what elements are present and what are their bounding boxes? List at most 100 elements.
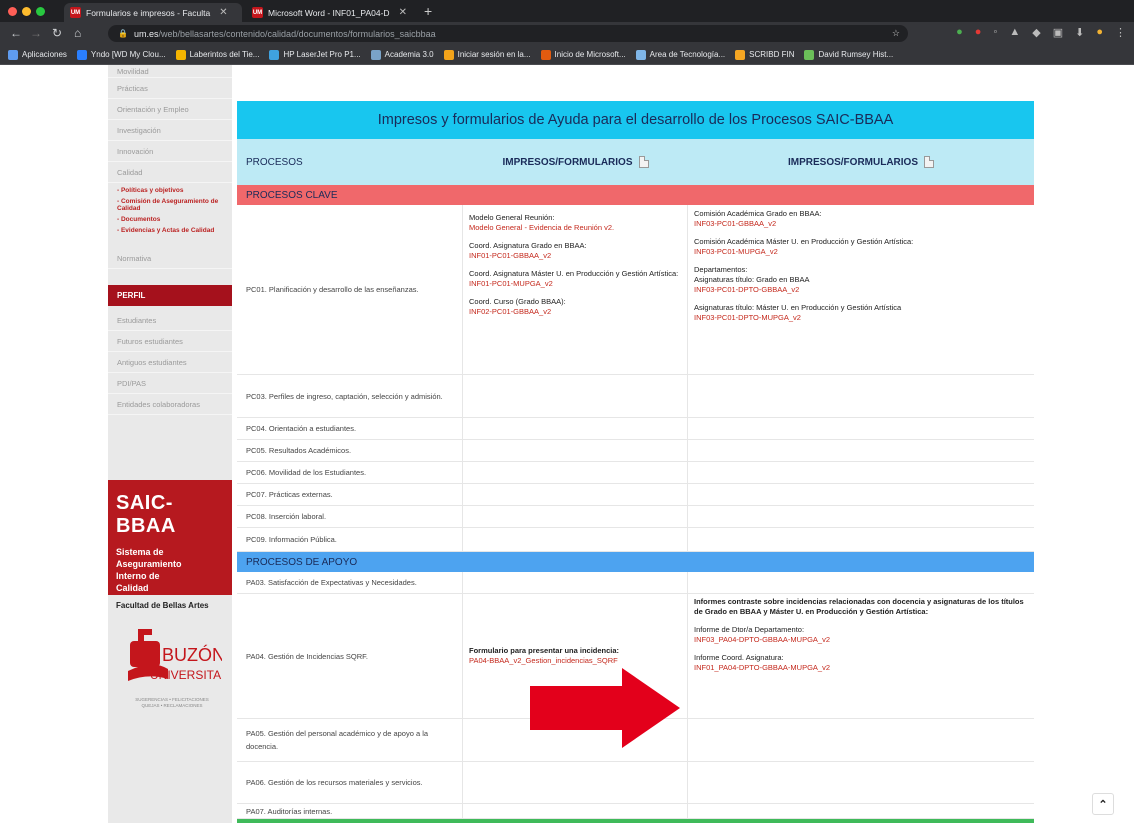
form-label: Coord. Curso (Grado BBAA):: [469, 297, 566, 306]
form-cell: [463, 375, 688, 417]
process-name: PC06. Movilidad de los Estudiantes.: [237, 462, 463, 483]
sidebar-item[interactable]: Investigación: [108, 120, 232, 141]
table-row: PC08. Inserción laboral.: [237, 506, 1034, 528]
bookmark-favicon-icon: [635, 49, 646, 60]
close-tab-icon[interactable]: ✕: [219, 7, 227, 18]
form-entry: Coord. Asignatura Grado en BBAA: INF01-PC…: [469, 241, 681, 261]
bookmark-star-icon[interactable]: ☆: [892, 28, 900, 39]
sidebar-subitem[interactable]: - Políticas y objetivos: [108, 185, 232, 196]
red-arrow-annotation: [530, 668, 680, 748]
document-icon: [924, 156, 934, 168]
bookmark-item[interactable]: Inicio de Microsoft...: [540, 49, 626, 60]
reload-icon[interactable]: ↻: [52, 26, 62, 40]
form-link[interactable]: INF03-PC01-DPTO-MUPGA_v2: [694, 313, 801, 322]
sidebar-item[interactable]: Calidad: [108, 162, 232, 183]
close-tab-icon[interactable]: ✕: [399, 7, 407, 18]
sidebar-item[interactable]: Movilidad: [108, 65, 232, 78]
document-icon: [638, 156, 649, 168]
bookmark-item[interactable]: David Rumsey Hist...: [804, 49, 893, 60]
form-cell: [688, 506, 1034, 527]
form-cell: [688, 528, 1034, 551]
extension-icon[interactable]: ●: [975, 26, 982, 39]
form-cell: [463, 506, 688, 527]
bookmark-item[interactable]: HP LaserJet Pro P1...: [269, 49, 361, 60]
buzon-caption: SUGERENCIAS • FELICITACIONES QUEJAS • RE…: [135, 697, 209, 708]
bookmark-item[interactable]: Yndo [WD My Clou...: [76, 49, 166, 60]
sidebar-item[interactable]: Innovación: [108, 141, 232, 162]
sidebar-perfil-item[interactable]: Antiguos estudiantes: [108, 352, 232, 373]
minimize-window-button[interactable]: [22, 7, 31, 16]
table-row-pa03: PA03. Satisfacción de Expectativas y Nec…: [237, 572, 1034, 594]
form-label: Modelo General Reunión:: [469, 213, 555, 222]
process-name: PC03. Perfiles de ingreso, captación, se…: [237, 375, 463, 417]
pc01-forms-col2: Comisión Académica Grado en BBAA: INF03-P…: [688, 205, 1034, 374]
form-label: Coord. Asignatura Máster U. en Producció…: [469, 269, 679, 278]
form-label: Comisión Académica Máster U. en Producci…: [694, 237, 914, 246]
form-link[interactable]: INF01-PC01-MUPGA_v2: [469, 279, 553, 288]
sidebar-perfil-item[interactable]: Entidades colaboradoras: [108, 394, 232, 415]
table-row: PC09. Información Pública.: [237, 528, 1034, 552]
extension-icon[interactable]: ◦: [993, 26, 997, 39]
bookmark-item[interactable]: Academia 3.0: [370, 49, 434, 60]
bookmark-favicon-icon: [370, 49, 381, 60]
bookmark-item[interactable]: Iniciar sesión en la...: [443, 49, 531, 60]
sidebar-subitem[interactable]: - Evidencias y Actas de Calidad: [108, 225, 232, 236]
bookmark-item[interactable]: Aplicaciones: [8, 49, 67, 60]
sidebar-item-normativa[interactable]: Normativa: [108, 248, 232, 269]
form-cell: [463, 418, 688, 439]
buzon-universitario-logo[interactable]: BUZÓN UNIVERSITARIO SUGERENCIAS • FELICI…: [122, 623, 242, 713]
form-label: Comisión Académica Grado en BBAA:: [694, 209, 822, 218]
home-icon[interactable]: ⌂: [74, 26, 81, 40]
form-link[interactable]: INF03-PC01-DPTO-GBBAA_v2: [694, 285, 799, 294]
form-cell: [688, 804, 1034, 818]
browser-tab[interactable]: UM Microsoft Word - INF01_PA04-D ✕: [246, 3, 418, 22]
report-link[interactable]: INF03_PA04-DPTO-GBBAA-MUPGA_v2: [694, 635, 830, 644]
bookmark-favicon-icon: [269, 49, 280, 60]
sidebar-item[interactable]: Prácticas: [108, 78, 232, 99]
table-row: PC06. Movilidad de los Estudiantes.: [237, 462, 1034, 484]
report-entry: Informe Coord. Asignatura: INF01_PA04-DPT…: [694, 653, 1028, 673]
table-row: PC03. Perfiles de ingreso, captación, se…: [237, 375, 1034, 418]
pa04-form-link[interactable]: PA04-BBAA_v2_Gestion_incidencias_SQRF: [469, 656, 681, 666]
menu-kebab-icon[interactable]: ⋮: [1115, 26, 1126, 39]
close-window-button[interactable]: [8, 7, 17, 16]
process-name: PC08. Inserción laboral.: [237, 506, 463, 527]
bookmark-item[interactable]: SCRIBD FIN: [735, 49, 794, 60]
sidebar-item[interactable]: Orientación y Empleo: [108, 99, 232, 120]
sidebar-subitem[interactable]: - Comisión de Aseguramiento de Calidad: [108, 196, 232, 214]
saic-subtitle: Sistema de Aseguramiento Interno de Calidad: [116, 546, 224, 594]
sidebar-perfil-item[interactable]: PDI/PAS: [108, 373, 232, 394]
new-tab-button[interactable]: +: [424, 3, 432, 19]
form-entry: Asignaturas título: Máster U. en Producc…: [694, 303, 1028, 323]
bookmark-item[interactable]: Laberintos del Tie...: [175, 49, 259, 60]
um-favicon-icon: UM: [252, 7, 263, 18]
forward-arrow-icon[interactable]: →: [30, 26, 42, 40]
profile-avatar[interactable]: ●: [1096, 26, 1103, 39]
sidebar-perfil-item[interactable]: Estudiantes: [108, 310, 232, 331]
process-name: PC05. Resultados Académicos.: [237, 440, 463, 461]
table-row: PC04. Orientación a estudiantes.: [237, 418, 1034, 440]
sidebar-perfil-item[interactable]: Futuros estudiantes: [108, 331, 232, 352]
form-entry: Departamentos: Asignaturas título: Grado…: [694, 265, 1028, 295]
form-link[interactable]: INF01-PC01-GBBAA_v2: [469, 251, 551, 260]
bookmark-item[interactable]: Area de Tecnología...: [635, 49, 725, 60]
back-arrow-icon[interactable]: ←: [10, 26, 22, 40]
process-name: PA06. Gestión de los recursos materiales…: [237, 762, 463, 803]
address-bar[interactable]: 🔒 um.es/web/bellasartes/contenido/calida…: [108, 25, 908, 42]
form-link[interactable]: INF02-PC01-GBBAA_v2: [469, 307, 551, 316]
extension-icon[interactable]: ▣: [1053, 26, 1063, 39]
extension-icon[interactable]: ⬇: [1075, 26, 1084, 39]
extension-icon[interactable]: ◆: [1032, 26, 1040, 39]
form-link[interactable]: INF03-PC01-MUPGA_v2: [694, 247, 778, 256]
browser-tab-active[interactable]: UM Formularios e impresos - Faculta ✕: [64, 3, 242, 22]
report-label: Informe de Dtor/a Departamento:: [694, 625, 805, 634]
report-link[interactable]: INF01_PA04-DPTO-GBBAA-MUPGA_v2: [694, 663, 830, 672]
form-link[interactable]: INF03-PC01-GBBAA_v2: [694, 219, 776, 228]
saic-banner[interactable]: SAIC-BBAA Sistema de Aseguramiento Interno…: [108, 480, 232, 595]
maximize-window-button[interactable]: [36, 7, 45, 16]
extension-icon[interactable]: ▲: [1009, 26, 1020, 39]
scroll-to-top-button[interactable]: ⌃: [1092, 793, 1114, 815]
sidebar-subitem[interactable]: - Documentos: [108, 214, 232, 225]
extension-icon[interactable]: ●: [956, 26, 963, 39]
form-link[interactable]: Modelo General - Evidencia de Reunión v2…: [469, 223, 614, 232]
